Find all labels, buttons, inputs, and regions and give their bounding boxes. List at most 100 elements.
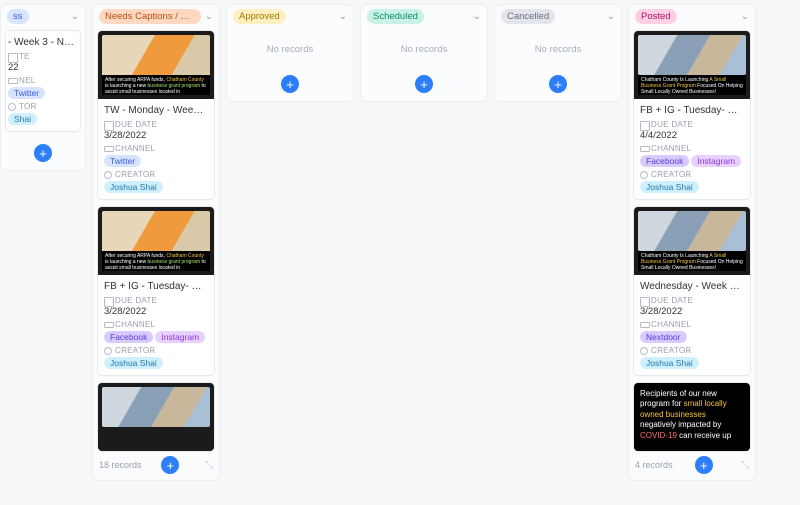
channel-tags: Nextdoor [640,329,744,343]
chevron-down-icon[interactable]: ⌄ [737,11,749,22]
due-date-value: 22 [8,62,74,73]
thumbnail-photo [638,211,746,251]
kanban-column-scheduled: Scheduled⌄No records + [360,4,488,102]
card-title: TW - Monday - Week 1 - D... [104,105,208,116]
channel-tags: FacebookInstagram [104,329,208,343]
channel-tags: FacebookInstagram [640,153,744,167]
card-title: - Week 3 - Newsletter [8,37,74,48]
channel-tag: Facebook [640,155,689,167]
kanban-card[interactable]: Chatham County Is Launching A Small Busi… [633,206,751,376]
add-row: + [365,69,483,101]
card-thumbnail [98,383,214,451]
kanban-column-posted: Posted ⌄ Chatham County Is Launching A Sma… [628,4,756,481]
kanban-column-approved: Approved ⌄ No records + [226,4,354,102]
creator-tag: Joshua Shai [104,357,163,369]
kanban-card[interactable]: Recipients of our new program for small … [633,382,751,452]
column-title-pill: Approved [233,9,286,24]
column-footer: 18 records+⤡ [93,452,219,480]
card-title: FB + IG - Tuesday- Week 2... [640,105,744,116]
card-body: FB + IG - Tuesday- Week 1 ...DUE DATE3/2… [98,275,214,375]
thumbnail-photo [102,211,210,253]
channel-icon [8,77,16,85]
channel-tag: Nextdoor [640,331,687,343]
channel-tags: Twitter [104,153,208,167]
empty-state: No records [365,30,483,63]
column-body: No records + [361,28,487,101]
channel-icon [640,321,648,329]
add-record-button[interactable]: + [695,456,713,474]
kanban-board: ss⌄- Week 3 - NewsletterTE22NELTwitterTO… [0,0,800,505]
card-body: - Week 3 - NewsletterTE22NELTwitterTORSh… [6,31,80,131]
channel-tag: Twitter [104,155,141,167]
column-title-pill: Posted [635,9,677,24]
due-date-label: DUE DATE [104,296,208,305]
thumbnail-banner: Chatham County Is Launching A Small Busi… [638,251,746,271]
chevron-down-icon[interactable]: ⌄ [603,11,615,22]
creator-tag: Joshua Shai [640,357,699,369]
column-header[interactable]: Needs Captions / Finished Co...⌄ [93,5,219,28]
channel-tag: Instagram [691,155,741,167]
column-title-pill: Needs Captions / Finished Co... [99,9,201,24]
channel-tag: Twitter [8,87,45,99]
column-body: After securing ARPA funds, Chatham Count… [93,28,219,452]
empty-state: No records [499,30,617,63]
channel-icon [104,321,112,329]
add-record-button[interactable]: + [549,75,567,93]
card-thumbnail: Chatham County Is Launching A Small Busi… [634,207,750,275]
creator-label: CREATOR [640,346,744,355]
chevron-down-icon[interactable]: ⌄ [469,11,481,22]
chevron-down-icon[interactable]: ⌄ [67,11,79,22]
add-row: + [5,138,81,170]
channel-label: CHANNEL [640,320,744,329]
calendar-icon [104,297,112,305]
column-title-pill: Cancelled [501,9,555,24]
chevron-down-icon[interactable]: ⌄ [201,11,213,22]
kanban-card[interactable]: After securing ARPA funds, Chatham Count… [97,206,215,376]
due-date-label: DUE DATE [640,120,744,129]
thumbnail-text: Recipients of our new program for small … [634,383,750,447]
calendar-icon [640,121,648,129]
column-footer: 4 records+⤡ [629,452,755,480]
kanban-card[interactable]: Chatham County Is Launching A Small Busi… [633,30,751,200]
kanban-column-in_progress: ss⌄- Week 3 - NewsletterTE22NELTwitterTO… [0,4,86,171]
resize-handle-icon[interactable]: ⤡ [199,460,213,471]
resize-handle-icon[interactable]: ⤡ [735,460,749,471]
creator-label: CREATOR [104,170,208,179]
creator-label: TOR [8,102,74,111]
add-record-button[interactable]: + [161,456,179,474]
kanban-card[interactable]: - Week 3 - NewsletterTE22NELTwitterTORSh… [5,30,81,132]
column-title-pill: ss [7,9,29,24]
chevron-down-icon[interactable]: ⌄ [335,11,347,22]
column-header[interactable]: Posted ⌄ [629,5,755,28]
channel-label: CHANNEL [104,320,208,329]
calendar-icon [640,297,648,305]
column-header[interactable]: Scheduled⌄ [361,5,487,28]
add-record-button[interactable]: + [34,144,52,162]
calendar-icon [104,121,112,129]
channel-tag: Facebook [104,331,153,343]
due-date-value: 3/28/2022 [104,130,208,141]
add-record-button[interactable]: + [415,75,433,93]
empty-state: No records [231,30,349,63]
column-header[interactable]: ss ⌄ [1,5,85,28]
card-title: Wednesday - Week 2 - Ne... [640,281,744,292]
channel-icon [640,145,648,153]
creator-tag: Joshua Shai [640,181,699,193]
card-thumbnail: After securing ARPA funds, Chatham Count… [98,207,214,275]
card-body: FB + IG - Tuesday- Week 2... DUE DATE4/4/… [634,99,750,199]
user-icon [104,347,112,355]
thumbnail-banner: After securing ARPA funds, Chatham Count… [102,251,210,271]
kanban-card[interactable] [97,382,215,452]
thumbnail-banner: After securing ARPA funds, Chatham Count… [102,75,210,95]
add-record-button[interactable]: + [281,75,299,93]
column-body: No records + [227,28,353,101]
due-date-label: DUE DATE [640,296,744,305]
column-header[interactable]: Cancelled ⌄ [495,5,621,28]
due-date-value: 4/4/2022 [640,130,744,141]
add-row: + [231,69,349,101]
column-header[interactable]: Approved ⌄ [227,5,353,28]
kanban-card[interactable]: After securing ARPA funds, Chatham Count… [97,30,215,200]
user-icon [104,171,112,179]
channel-label: CHANNEL [640,144,744,153]
creator-label: CREATOR [104,346,208,355]
